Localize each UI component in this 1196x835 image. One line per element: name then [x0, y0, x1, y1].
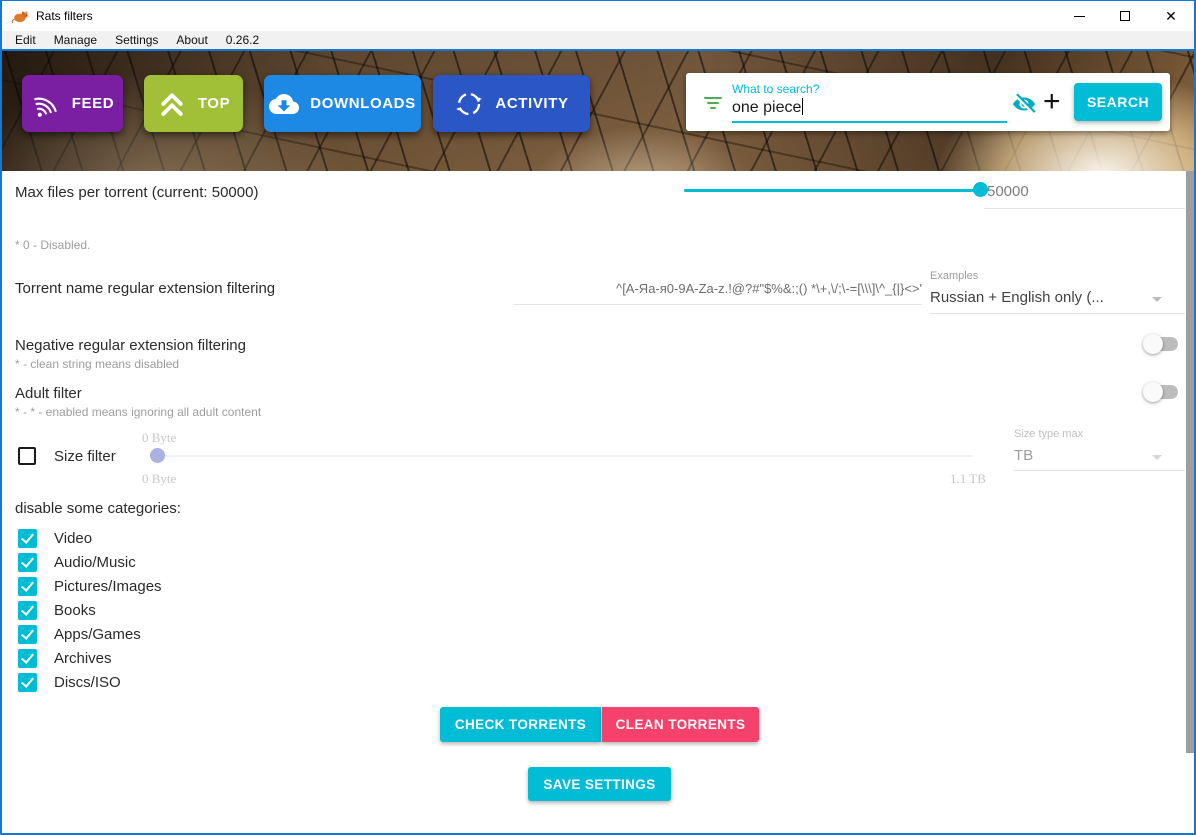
search-input[interactable]: one piece	[732, 98, 803, 117]
negative-filter-label: Negative regular extension filtering	[15, 337, 246, 354]
categories-label: disable some categories:	[15, 500, 181, 517]
regex-input-underline	[514, 304, 922, 305]
category-label: Pictures/Images	[54, 578, 162, 595]
category-checkbox-books[interactable]	[18, 601, 37, 620]
window-title: Rats filters	[36, 9, 93, 23]
feed-icon	[31, 89, 61, 119]
menu-manage[interactable]: Manage	[45, 31, 106, 49]
size-min-bottom-label: 0 Byte	[142, 471, 176, 487]
size-type-underline	[1014, 470, 1185, 471]
scrollbar-track[interactable]	[1186, 171, 1194, 833]
size-slider-thumb[interactable]	[150, 448, 165, 463]
category-checkbox-archives[interactable]	[18, 649, 37, 668]
activity-icon	[454, 89, 484, 119]
size-type-label: Size type max	[1014, 428, 1083, 440]
menu-about[interactable]: About	[167, 31, 216, 49]
category-label: Discs/ISO	[54, 674, 121, 691]
negative-filter-note: * - clean string means disabled	[15, 357, 179, 371]
chevron-down-icon[interactable]	[1152, 297, 1162, 302]
category-checkbox-pictures[interactable]	[18, 577, 37, 596]
size-filter-label: Size filter	[54, 448, 116, 465]
eye-off-icon[interactable]	[1011, 91, 1037, 117]
menu-bar: Edit Manage Settings About 0.26.2	[2, 31, 1194, 49]
size-slider-track[interactable]	[152, 455, 972, 457]
max-files-label: Max files per torrent (current: 50000)	[15, 184, 258, 201]
add-search-icon[interactable]: +	[1043, 85, 1061, 119]
regex-filter-label: Torrent name regular extension filtering	[15, 280, 275, 297]
toggle-knob	[1143, 334, 1163, 354]
size-filter-checkbox[interactable]	[18, 447, 36, 465]
examples-label: Examples	[930, 270, 978, 282]
maximize-icon	[1120, 11, 1130, 21]
activity-label: ACTIVITY	[495, 95, 568, 112]
adult-filter-label: Adult filter	[15, 385, 82, 402]
category-label: Archives	[54, 650, 112, 667]
app-rat-icon	[12, 9, 29, 24]
search-button[interactable]: SEARCH	[1074, 83, 1162, 121]
category-checkbox-video[interactable]	[18, 529, 37, 548]
max-files-slider-thumb[interactable]	[973, 182, 988, 197]
scrollbar-thumb[interactable]	[1186, 171, 1194, 753]
toggle-knob	[1143, 382, 1163, 402]
menu-version: 0.26.2	[217, 31, 268, 49]
examples-select[interactable]: Russian + English only (...	[930, 289, 1148, 306]
size-type-select[interactable]: TB	[1014, 447, 1033, 464]
top-label: TOP	[198, 95, 230, 112]
category-label: Books	[54, 602, 96, 619]
category-label: Apps/Games	[54, 626, 141, 643]
max-files-value-input[interactable]: 50000	[987, 183, 1029, 200]
chevron-down-icon[interactable]	[1152, 455, 1162, 460]
examples-select-underline	[930, 313, 1185, 314]
activity-button[interactable]: ACTIVITY	[433, 75, 590, 132]
close-button[interactable]: ✕	[1148, 1, 1194, 31]
top-icon	[157, 89, 187, 119]
menu-settings[interactable]: Settings	[106, 31, 167, 49]
regex-filter-input[interactable]: ^[А-Яа-я0-9A-Za-z.!@?#"$%&:;() *\+,\/;\-…	[512, 281, 922, 296]
title-bar: Rats filters ✕	[2, 1, 1194, 31]
search-panel: What to search? one piece + SEARCH	[686, 73, 1170, 131]
settings-panel: Max files per torrent (current: 50000) 5…	[2, 171, 1194, 833]
adult-filter-note: * - * - enabled means ignoring all adult…	[15, 405, 261, 419]
app-window: Rats filters ✕ Edit Manage Settings Abou…	[0, 0, 1196, 835]
max-files-input-underline	[984, 208, 1185, 209]
max-files-slider-track[interactable]	[684, 189, 980, 192]
category-checkbox-discs[interactable]	[18, 673, 37, 692]
minimize-icon	[1074, 16, 1085, 17]
downloads-button[interactable]: DOWNLOADS	[264, 75, 421, 132]
category-checkbox-audio[interactable]	[18, 553, 37, 572]
search-label: What to search?	[732, 82, 819, 96]
close-icon: ✕	[1165, 9, 1177, 23]
save-settings-button[interactable]: SAVE SETTINGS	[528, 767, 671, 801]
size-min-top-label: 0 Byte	[142, 430, 176, 446]
category-label: Audio/Music	[54, 554, 136, 571]
adult-filter-toggle[interactable]	[1143, 382, 1179, 402]
negative-filter-toggle[interactable]	[1143, 334, 1179, 354]
clean-torrents-button[interactable]: CLEAN TORRENTS	[602, 707, 759, 742]
top-button[interactable]: TOP	[144, 75, 243, 132]
category-checkbox-apps[interactable]	[18, 625, 37, 644]
downloads-label: DOWNLOADS	[310, 95, 415, 112]
category-label: Video	[54, 530, 92, 547]
maximize-button[interactable]	[1102, 1, 1148, 31]
header-banner: FEED TOP DOWNLOADS ACTIVITY	[2, 49, 1194, 171]
feed-label: FEED	[72, 95, 114, 112]
max-files-note: * 0 - Disabled.	[15, 238, 90, 252]
menu-edit[interactable]: Edit	[6, 31, 45, 49]
feed-button[interactable]: FEED	[22, 75, 123, 132]
cloud-download-icon	[269, 89, 299, 119]
minimize-button[interactable]	[1056, 1, 1102, 31]
check-torrents-button[interactable]: CHECK TORRENTS	[440, 707, 601, 742]
search-underline	[732, 121, 1007, 123]
text-caret	[802, 98, 803, 115]
size-max-label: 1.1 TB	[950, 471, 986, 487]
filter-icon	[703, 97, 723, 109]
